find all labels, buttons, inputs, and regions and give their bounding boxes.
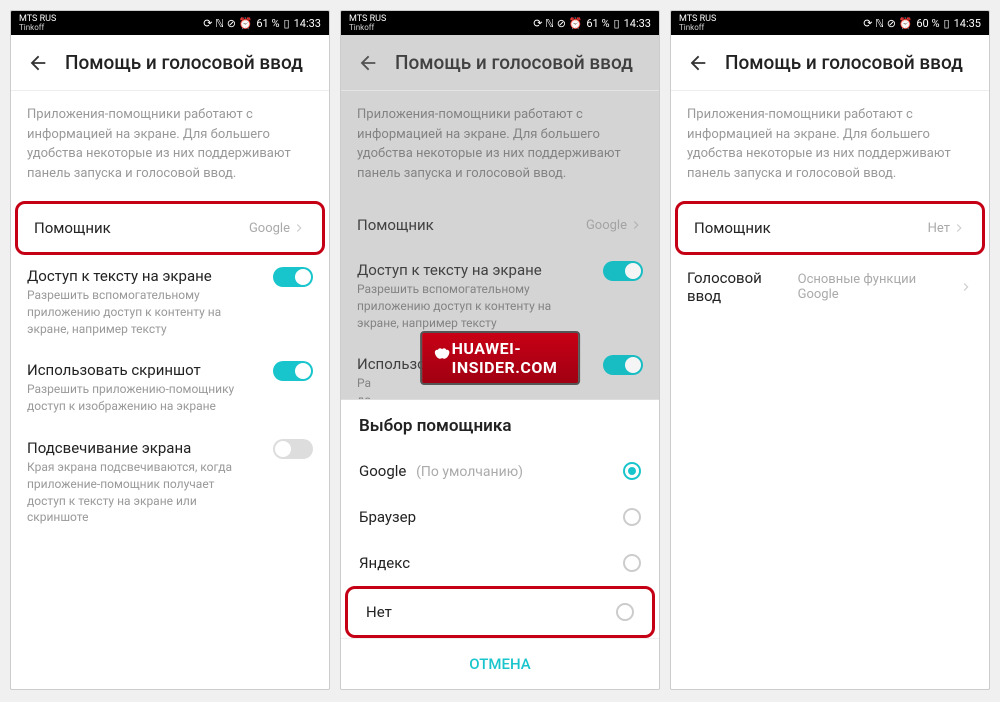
toggle-text-access[interactable]: [603, 261, 643, 281]
dialog-cancel-button[interactable]: ОТМЕНА: [341, 638, 659, 689]
row-text-access-sub: Разрешить вспомогательному приложению до…: [27, 287, 247, 337]
highlight-assistant: Помощник Нет: [675, 201, 985, 255]
row-voice-input-value: Основные функции Google: [798, 272, 958, 302]
page-title: Помощь и голосовой ввод: [725, 51, 963, 74]
highlight-assistant: Помощник Google: [15, 201, 325, 255]
option-default-tag: (По умолчанию): [416, 464, 523, 480]
app-header: Помощь и голосовой ввод: [341, 35, 659, 91]
clock: 14:33: [294, 17, 321, 30]
row-screenshot[interactable]: Использовать скриншот Разрешить приложен…: [11, 349, 329, 427]
row-text-access-title: Доступ к тексту на экране: [27, 267, 273, 285]
highlight-none-option: Нет: [345, 586, 655, 638]
chevron-right-icon: [629, 218, 643, 232]
clock: 14:35: [954, 17, 981, 30]
status-bar: MTS RUS Tinkoff ⟳ ℕ ⊘ ⏰ 61 % ▯ 14:33: [341, 11, 659, 35]
toggle-highlight[interactable]: [273, 439, 313, 459]
row-highlight[interactable]: Подсвечивание экрана Края экрана подсвеч…: [11, 427, 329, 538]
row-screenshot-title: Использовать скриншот: [27, 361, 273, 379]
option-google[interactable]: Google (По умолчанию): [341, 448, 659, 494]
assistant-picker-dialog: Выбор помощника Google (По умолчанию) Бр…: [341, 399, 659, 689]
app-header: Помощь и голосовой ввод: [671, 35, 989, 91]
radio-none[interactable]: [616, 603, 634, 621]
phone-screen-3: MTS RUS Tinkoff ⟳ ℕ ⊘ ⏰ 60 % ▯ 14:35 Пом…: [670, 10, 990, 690]
row-assistant[interactable]: Помощник Google: [18, 204, 322, 252]
back-icon[interactable]: [27, 52, 49, 74]
radio-browser[interactable]: [623, 508, 641, 526]
option-none-label: Нет: [366, 603, 392, 621]
back-icon[interactable]: [687, 52, 709, 74]
huawei-logo-icon: [436, 349, 448, 367]
battery-text: 61 %: [256, 17, 279, 30]
option-yandex[interactable]: Яндекс: [341, 540, 659, 586]
toggle-screenshot[interactable]: [603, 355, 643, 375]
row-assistant-value: Нет: [928, 221, 950, 236]
option-none[interactable]: Нет: [348, 589, 652, 635]
row-assistant-title: Помощник: [34, 219, 111, 237]
radio-google[interactable]: [623, 462, 641, 480]
status-icons: ⟳ ℕ ⊘ ⏰: [203, 17, 252, 30]
row-assistant-value: Google: [249, 221, 290, 236]
row-voice-input-title: Голосовой ввод: [687, 269, 798, 305]
row-assistant-title: Помощник: [357, 216, 434, 234]
battery-icon: ▯: [614, 17, 620, 30]
row-assistant[interactable]: Помощник Google: [341, 201, 659, 249]
watermark-text: HUAWEI-INSIDER.COM: [452, 339, 564, 377]
carrier-2: Tinkoff: [19, 24, 56, 32]
chevron-right-icon: [959, 280, 973, 294]
toggle-text-access[interactable]: [273, 267, 313, 287]
row-text-access-title: Доступ к тексту на экране: [357, 261, 603, 279]
status-icons: ⟳ ℕ ⊘ ⏰: [863, 17, 912, 30]
option-browser-label: Браузер: [359, 508, 416, 526]
page-description: Приложения-помощники работают с информац…: [11, 91, 329, 201]
row-highlight-title: Подсвечивание экрана: [27, 439, 273, 457]
back-icon[interactable]: [357, 52, 379, 74]
radio-yandex[interactable]: [623, 554, 641, 572]
battery-text: 61 %: [586, 17, 609, 30]
page-title: Помощь и голосовой ввод: [65, 51, 303, 74]
row-voice-input[interactable]: Голосовой ввод Основные функции Google: [671, 255, 989, 319]
clock: 14:33: [624, 17, 651, 30]
status-bar: MTS RUS Tinkoff ⟳ ℕ ⊘ ⏰ 60 % ▯ 14:35: [671, 11, 989, 35]
row-text-access[interactable]: Доступ к тексту на экране Разрешить вспо…: [341, 249, 659, 343]
page-description: Приложения-помощники работают с информац…: [671, 91, 989, 201]
chevron-right-icon: [292, 221, 306, 235]
carrier-2: Tinkoff: [349, 24, 386, 32]
row-assistant-title: Помощник: [694, 219, 771, 237]
toggle-screenshot[interactable]: [273, 361, 313, 381]
option-browser[interactable]: Браузер: [341, 494, 659, 540]
row-text-access-sub: Разрешить вспомогательному приложению до…: [357, 281, 577, 331]
watermark-badge: HUAWEI-INSIDER.COM: [420, 331, 580, 385]
option-yandex-label: Яндекс: [359, 554, 410, 572]
row-screenshot-sub: Разрешить приложению-помощнику доступ к …: [27, 381, 247, 415]
phone-screen-2: MTS RUS Tinkoff ⟳ ℕ ⊘ ⏰ 61 % ▯ 14:33 Пом…: [340, 10, 660, 690]
chevron-right-icon: [952, 221, 966, 235]
carrier-2: Tinkoff: [679, 24, 716, 32]
status-icons: ⟳ ℕ ⊘ ⏰: [533, 17, 582, 30]
battery-text: 60 %: [916, 17, 939, 30]
row-text-access[interactable]: Доступ к тексту на экране Разрешить вспо…: [11, 255, 329, 349]
status-bar: MTS RUS Tinkoff ⟳ ℕ ⊘ ⏰ 61 % ▯ 14:33: [11, 11, 329, 35]
page-title: Помощь и голосовой ввод: [395, 51, 633, 74]
dialog-title: Выбор помощника: [341, 400, 659, 448]
battery-icon: ▯: [944, 17, 950, 30]
page-description: Приложения-помощники работают с информац…: [341, 91, 659, 201]
row-assistant-value: Google: [586, 218, 627, 233]
app-header: Помощь и голосовой ввод: [11, 35, 329, 91]
option-google-label: Google: [359, 462, 406, 480]
phone-screen-1: MTS RUS Tinkoff ⟳ ℕ ⊘ ⏰ 61 % ▯ 14:33 Пом…: [10, 10, 330, 690]
row-highlight-sub: Края экрана подсвечиваются, когда прилож…: [27, 459, 247, 526]
row-assistant[interactable]: Помощник Нет: [678, 204, 982, 252]
battery-icon: ▯: [284, 17, 290, 30]
